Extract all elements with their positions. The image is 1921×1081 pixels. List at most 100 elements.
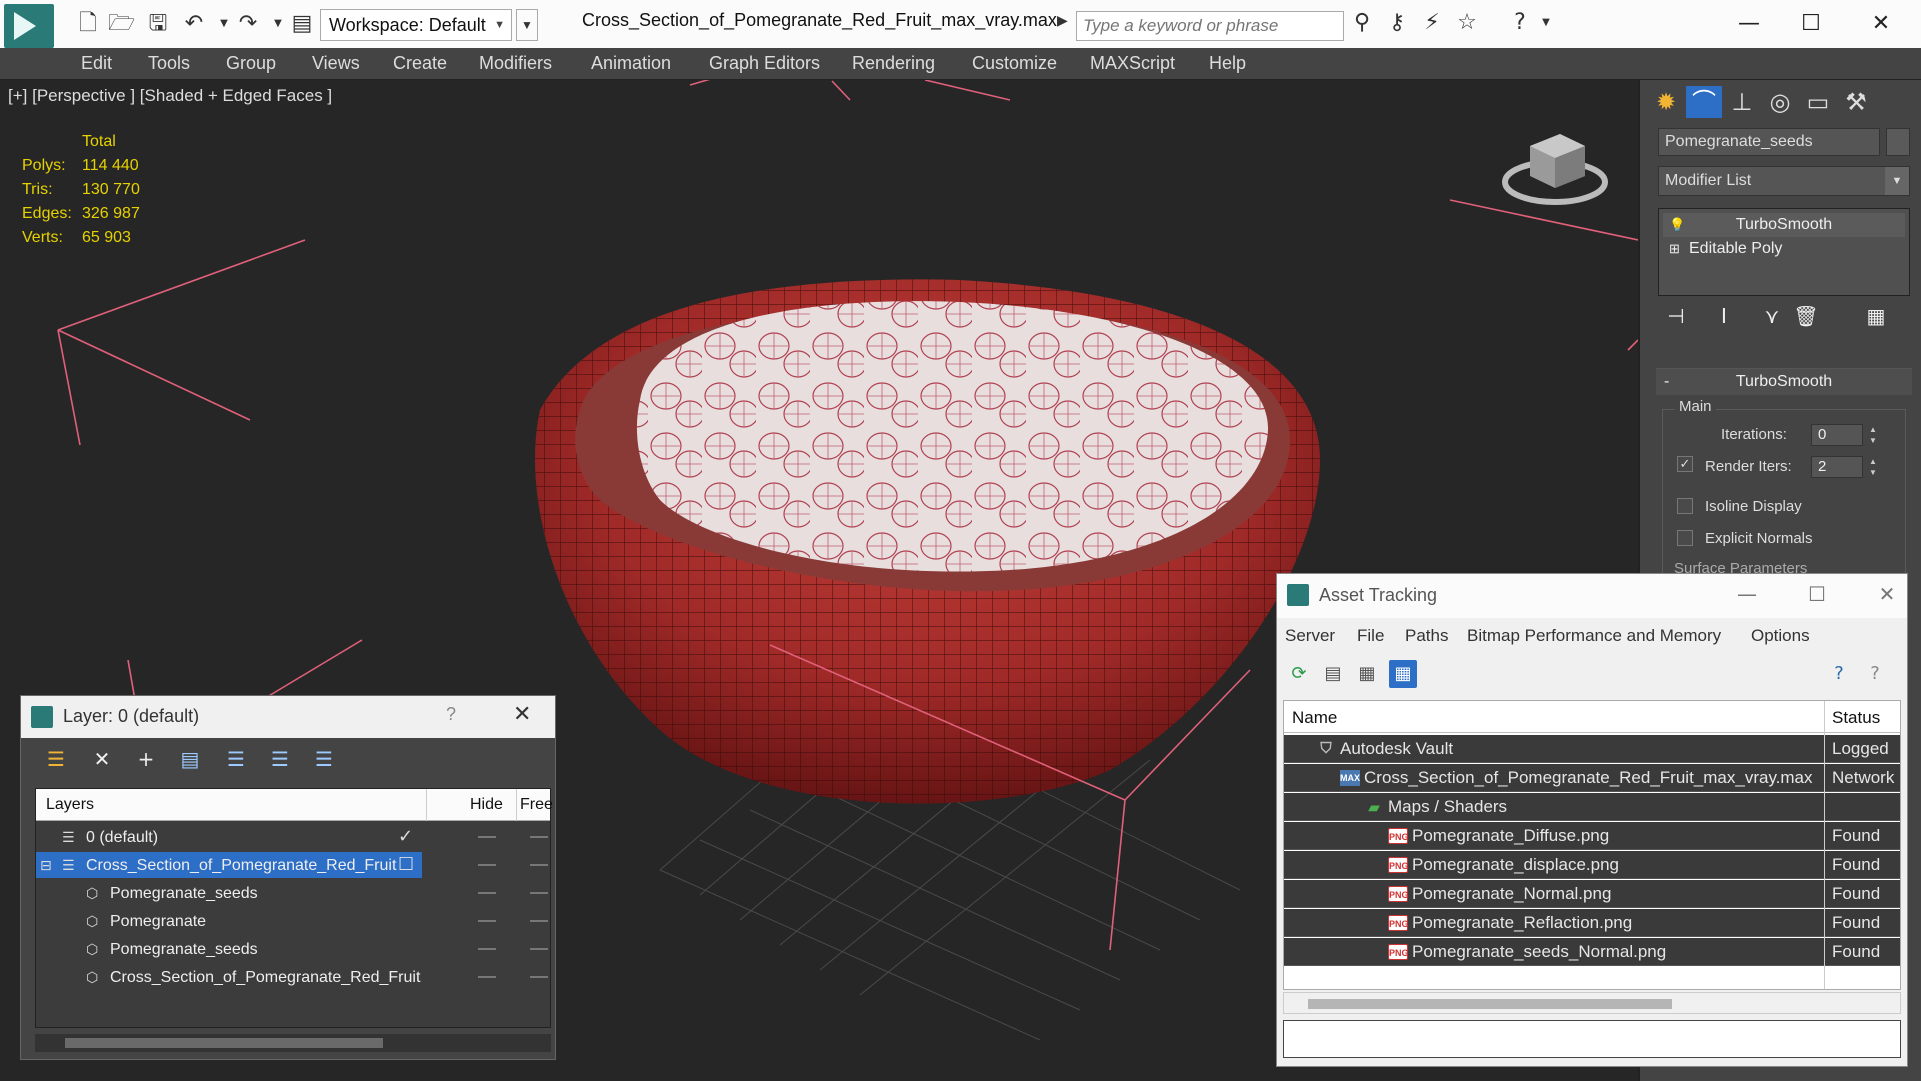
workspace-menu-button[interactable]: ▼: [516, 9, 538, 41]
favorites-icon[interactable]: ☆: [1455, 11, 1479, 35]
close-icon[interactable]: ✕: [1867, 582, 1907, 610]
new-file-icon[interactable]: 🗋: [76, 12, 100, 36]
hide-toggle[interactable]: [478, 920, 496, 922]
expand-plus-icon[interactable]: ⊞: [1669, 237, 1683, 261]
freeze-toggle[interactable]: [530, 976, 548, 978]
motion-tab-icon[interactable]: ◎: [1762, 86, 1798, 118]
app-logo-icon[interactable]: [4, 4, 54, 48]
menu-animation[interactable]: Animation: [591, 53, 671, 74]
save-icon[interactable]: 🖫: [146, 12, 170, 36]
freeze-toggle[interactable]: [530, 864, 548, 866]
viewport-label[interactable]: [+] [Perspective ] [Shaded + Edged Faces…: [8, 86, 332, 106]
binoculars-icon[interactable]: ⚲: [1350, 11, 1374, 35]
freeze-toggle[interactable]: [530, 836, 548, 838]
layer-name-cell[interactable]: ⬡ Pomegranate_seeds: [36, 936, 422, 962]
render-iters-checkbox[interactable]: ✓: [1677, 456, 1693, 472]
freeze-toggle[interactable]: [530, 892, 548, 894]
maximize-icon[interactable]: ☐: [1786, 6, 1836, 42]
refresh-icon[interactable]: ⟳: [1285, 660, 1313, 688]
freeze-toggle[interactable]: [530, 948, 548, 950]
layer-row[interactable]: ⬡ Pomegranate: [36, 907, 550, 935]
layer-name-cell[interactable]: ☰ 0 (default): [36, 824, 422, 850]
project-icon[interactable]: ▤: [290, 12, 314, 36]
workspace-select[interactable]: Workspace: Default ▼: [320, 9, 512, 41]
close-icon[interactable]: ✕: [513, 702, 531, 727]
menu-views[interactable]: Views: [312, 53, 360, 74]
help-disabled-icon[interactable]: ?: [1861, 660, 1889, 688]
modifier-list-dropdown[interactable]: Modifier List ▼: [1658, 166, 1910, 196]
layer-name-cell[interactable]: ⬡ Cross_Section_of_Pomegranate_Red_Fruit: [36, 964, 422, 990]
hide-toggle[interactable]: [478, 864, 496, 866]
menu-help[interactable]: Help: [1209, 53, 1246, 74]
configure-sets-icon[interactable]: ▦: [1862, 302, 1890, 330]
asset-row[interactable]: PNG Pomegranate_displace.png Found: [1284, 851, 1900, 879]
asset-row[interactable]: ⛉ Autodesk Vault Logged: [1284, 735, 1900, 763]
redo-dropdown-icon[interactable]: ▼: [266, 12, 290, 36]
column-name[interactable]: Name: [1292, 708, 1337, 728]
minimize-icon[interactable]: —: [1727, 582, 1767, 610]
undo-icon[interactable]: ↶: [182, 12, 206, 36]
help-icon[interactable]: ?: [1508, 11, 1532, 35]
object-name-field[interactable]: Pomegranate_seeds: [1658, 128, 1880, 156]
asset-row[interactable]: MAX Cross_Section_of_Pomegranate_Red_Frui…: [1284, 764, 1900, 792]
set-active-layer-icon[interactable]: ☐: [398, 851, 414, 879]
column-divider[interactable]: [516, 789, 517, 821]
search-expand-icon[interactable]: ▶: [1057, 12, 1068, 29]
column-freeze[interactable]: Free: [520, 796, 553, 814]
layer-row[interactable]: ☰ 0 (default) ✓: [36, 823, 550, 851]
iterations-spinner[interactable]: 0: [1811, 424, 1863, 446]
active-layer-check-icon[interactable]: ✓: [398, 823, 413, 851]
column-status[interactable]: Status: [1832, 708, 1880, 728]
spinner-arrows-icon[interactable]: ▲ ▼: [1867, 424, 1879, 446]
stack-item-turbosmooth[interactable]: 💡 TurboSmooth: [1663, 213, 1905, 237]
asset-row[interactable]: PNG Pomegranate_Normal.png Found: [1284, 880, 1900, 908]
table-view-icon[interactable]: ▦: [1389, 660, 1417, 688]
hide-toggle[interactable]: [478, 892, 496, 894]
show-end-result-icon[interactable]: Ⅰ: [1710, 302, 1738, 330]
stack-item-editable-poly[interactable]: ⊞ Editable Poly: [1663, 237, 1905, 261]
menu-tools[interactable]: Tools: [148, 53, 190, 74]
menu-file[interactable]: File: [1357, 626, 1384, 646]
isoline-checkbox[interactable]: [1677, 498, 1693, 514]
hierarchy-tab-icon[interactable]: ⊥: [1724, 86, 1760, 118]
key-icon[interactable]: ⚷: [1385, 11, 1409, 35]
help-dropdown-icon[interactable]: ▼: [1534, 11, 1558, 35]
make-unique-icon[interactable]: ⋎: [1758, 302, 1786, 330]
menu-create[interactable]: Create: [393, 53, 447, 74]
menu-bitmap-performance[interactable]: Bitmap Performance and Memory: [1467, 626, 1721, 646]
explicit-normals-checkbox[interactable]: [1677, 530, 1693, 546]
pomegranate-seeds-mesh[interactable]: [636, 301, 1269, 572]
create-tab-icon[interactable]: ✹: [1648, 86, 1684, 118]
menu-options[interactable]: Options: [1751, 626, 1810, 646]
asset-dialog-titlebar[interactable]: Asset Tracking — ☐ ✕: [1277, 574, 1907, 618]
hide-toggle[interactable]: [478, 836, 496, 838]
menu-server[interactable]: Server: [1285, 626, 1335, 646]
open-file-icon[interactable]: 🗁: [108, 12, 135, 36]
column-divider[interactable]: [426, 789, 427, 821]
menu-paths[interactable]: Paths: [1405, 626, 1448, 646]
horizontal-scrollbar[interactable]: [35, 1034, 551, 1052]
rollout-header[interactable]: - TurboSmooth: [1656, 369, 1912, 395]
render-iters-spinner[interactable]: 2: [1811, 456, 1863, 478]
asset-row[interactable]: ▰ Maps / Shaders: [1284, 793, 1900, 821]
scrollbar-thumb[interactable]: [1308, 999, 1672, 1009]
hide-toggle[interactable]: [478, 948, 496, 950]
undo-dropdown-icon[interactable]: ▼: [212, 12, 236, 36]
minimize-icon[interactable]: —: [1724, 6, 1774, 42]
hide-all-icon[interactable]: ☰: [265, 744, 295, 774]
pin-stack-icon[interactable]: ⊣: [1662, 302, 1690, 330]
close-icon[interactable]: ✕: [1856, 6, 1906, 42]
layer-row[interactable]: ⊟ ☰ Cross_Section_of_Pomegranate_Red_Fruit…: [36, 851, 550, 879]
column-hide[interactable]: Hide: [470, 796, 503, 814]
highlight-layer-icon[interactable]: ☰: [221, 744, 251, 774]
menu-group[interactable]: Group: [226, 53, 276, 74]
select-objects-icon[interactable]: ▤: [175, 744, 205, 774]
menu-maxscript[interactable]: MAXScript: [1090, 53, 1175, 74]
menu-modifiers[interactable]: Modifiers: [479, 53, 552, 74]
layer-row[interactable]: ⬡ Cross_Section_of_Pomegranate_Red_Fruit: [36, 963, 550, 991]
search-input[interactable]: [1076, 11, 1344, 41]
asset-row[interactable]: PNG Pomegranate_Reflaction.png Found: [1284, 909, 1900, 937]
menu-graph-editors[interactable]: Graph Editors: [709, 53, 820, 74]
asset-row[interactable]: PNG Pomegranate_Diffuse.png Found: [1284, 822, 1900, 850]
collapse-icon[interactable]: ⊟: [40, 852, 52, 880]
